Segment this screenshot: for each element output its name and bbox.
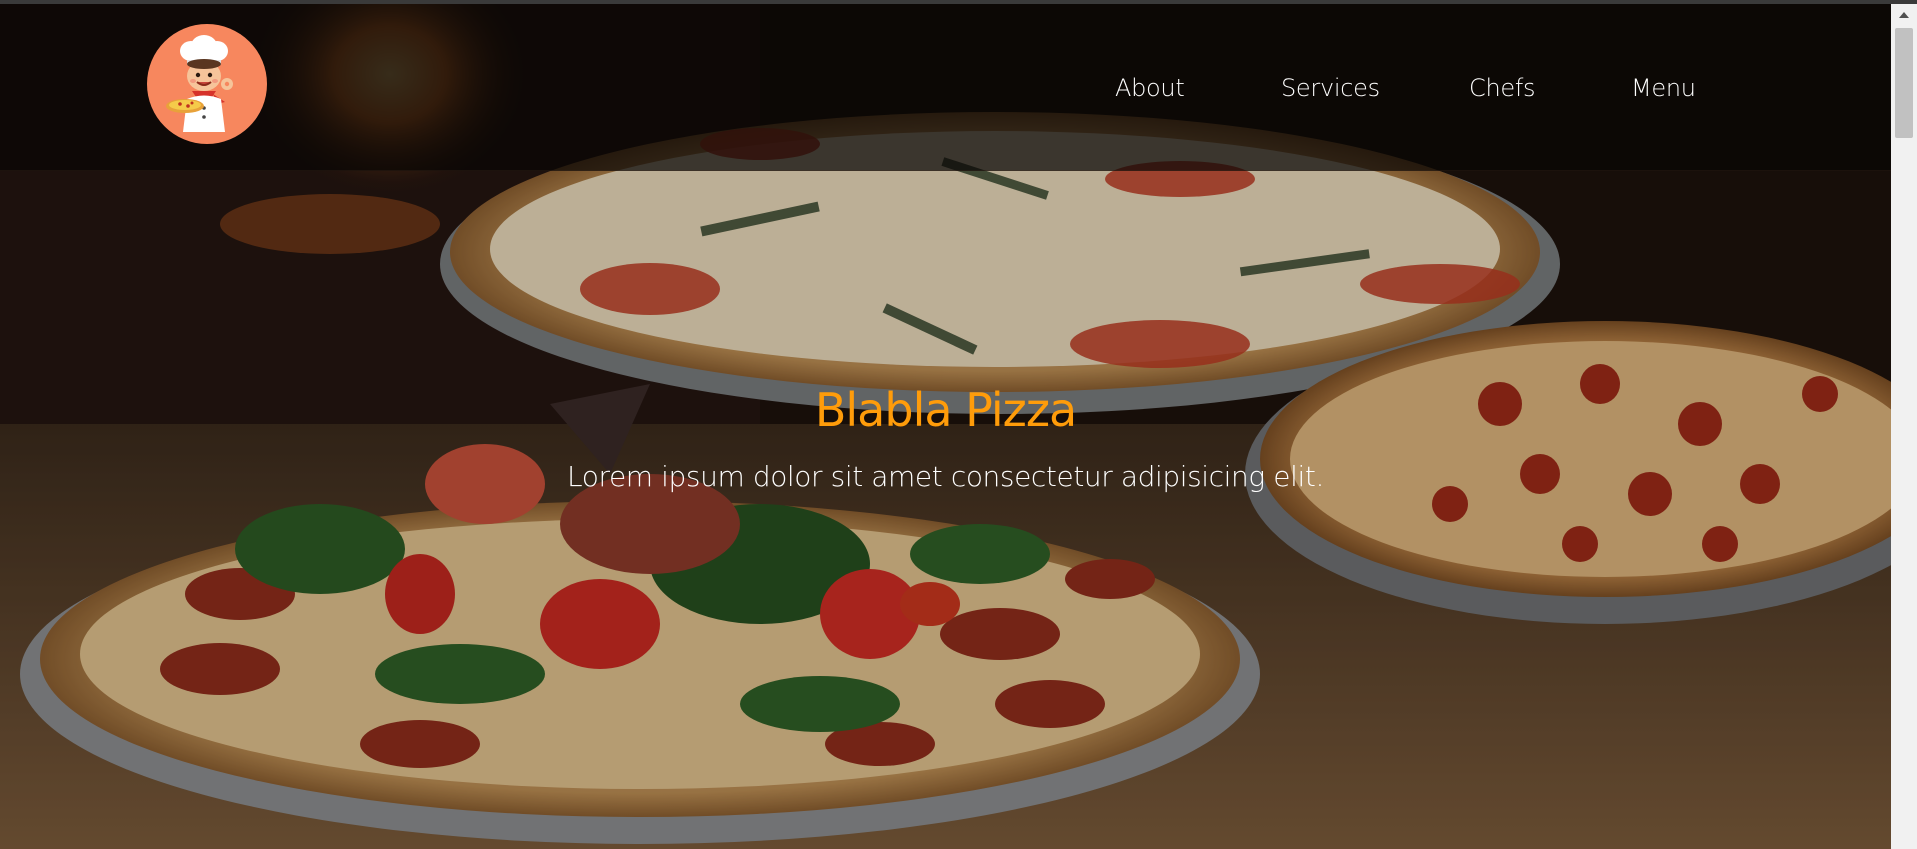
- window-top-border: [0, 0, 1917, 4]
- nav-link-services[interactable]: Services: [1281, 74, 1380, 102]
- hero-title: Blabla Pizza: [814, 383, 1077, 437]
- site-header: About Services Chefs Menu: [0, 4, 1891, 171]
- vertical-scrollbar[interactable]: [1891, 4, 1917, 849]
- main-nav: About Services Chefs Menu: [0, 74, 1891, 110]
- nav-link-chefs[interactable]: Chefs: [1469, 74, 1536, 102]
- nav-link-menu[interactable]: Menu: [1631, 74, 1696, 102]
- nav-link-about[interactable]: About: [1115, 74, 1185, 102]
- hero-subtitle: Lorem ipsum dolor sit amet consectetur a…: [567, 460, 1324, 493]
- scrollbar-thumb[interactable]: [1895, 28, 1913, 138]
- arrow-up-icon[interactable]: [1899, 12, 1909, 18]
- hero-section: About Services Chefs Menu Blabla Pizza L…: [0, 4, 1891, 849]
